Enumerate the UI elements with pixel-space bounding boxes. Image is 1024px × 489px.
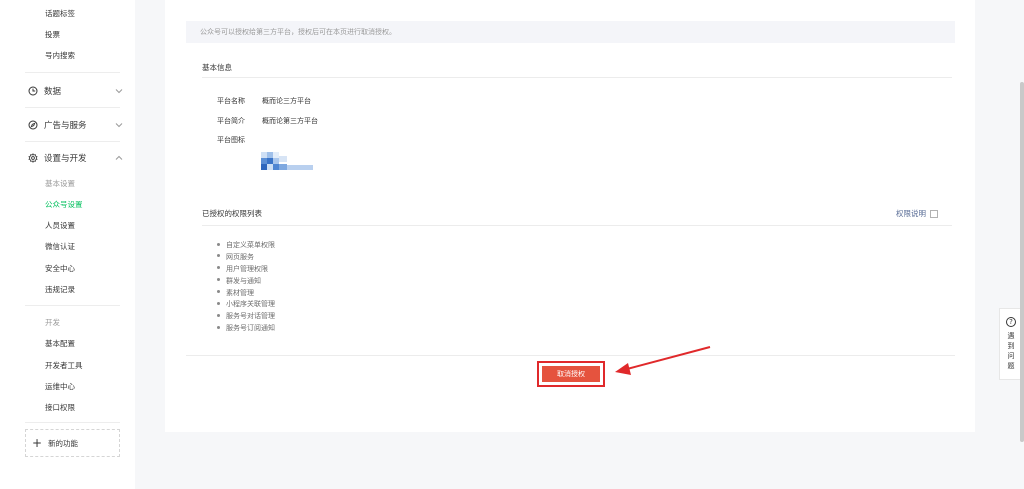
plus-icon: + bbox=[32, 436, 43, 450]
list-item: 网页服务 bbox=[217, 252, 275, 264]
sidebar: 话题标签 投票 号内搜索 数据 广告与服务 设置与开发 基本设置 公众号设置 人… bbox=[0, 0, 135, 489]
divider bbox=[202, 225, 952, 226]
divider bbox=[186, 355, 955, 356]
list-item: 群发与通知 bbox=[217, 276, 275, 288]
list-item: 自定义菜单权限 bbox=[217, 240, 275, 252]
chevron-down-icon bbox=[115, 123, 123, 128]
permissions-help-label: 权限说明 bbox=[896, 209, 926, 218]
divider bbox=[25, 141, 120, 142]
platform-icon-label: 平台图标 bbox=[217, 136, 245, 144]
sidebar-item-member-settings[interactable]: 人员设置 bbox=[45, 220, 75, 231]
platform-intro-label: 平台简介 bbox=[217, 117, 245, 125]
sidebar-group-data[interactable]: 数据 bbox=[28, 84, 123, 98]
sidebar-item-basic-config[interactable]: 基本配置 bbox=[45, 338, 75, 349]
sidebar-item-vote[interactable]: 投票 bbox=[45, 29, 60, 40]
sidebar-item-topic-tags[interactable]: 话题标签 bbox=[45, 8, 75, 19]
cancel-button-highlight: 取消授权 bbox=[537, 361, 605, 387]
sidebar-group-label: 设置与开发 bbox=[44, 154, 87, 164]
divider bbox=[25, 107, 120, 108]
sidebar-section-dev: 开发 bbox=[45, 318, 60, 327]
platform-name-value: 概而论三方平台 bbox=[262, 97, 311, 105]
list-item: 服务号订阅通知 bbox=[217, 323, 275, 335]
sidebar-item-wechat-verify[interactable]: 微信认证 bbox=[45, 241, 75, 252]
sidebar-item-api-permissions[interactable]: 接口权限 bbox=[45, 402, 75, 413]
chevron-down-icon bbox=[115, 89, 123, 94]
sidebar-item-ops-center[interactable]: 运维中心 bbox=[45, 381, 75, 392]
cancel-authorization-button[interactable]: 取消授权 bbox=[542, 366, 600, 382]
platform-name-label: 平台名称 bbox=[217, 97, 245, 105]
sidebar-item-dev-tools[interactable]: 开发者工具 bbox=[45, 360, 83, 371]
divider bbox=[25, 422, 120, 423]
scrollbar[interactable] bbox=[1020, 82, 1024, 442]
sidebar-item-search[interactable]: 号内搜索 bbox=[45, 50, 75, 61]
list-item: 用户管理权限 bbox=[217, 264, 275, 276]
help-float-label: 遇到问题 bbox=[1007, 332, 1015, 370]
document-icon bbox=[930, 209, 938, 218]
gear-icon bbox=[28, 153, 38, 163]
sidebar-group-settings[interactable]: 设置与开发 bbox=[28, 151, 123, 165]
new-feature-label: 新的功能 bbox=[48, 438, 79, 448]
list-item: 服务号对话管理 bbox=[217, 311, 275, 323]
compass-icon bbox=[28, 120, 38, 130]
sidebar-item-account-settings[interactable]: 公众号设置 bbox=[45, 199, 83, 210]
divider bbox=[202, 77, 952, 78]
basic-info-title: 基本信息 bbox=[202, 63, 232, 72]
sidebar-group-ads[interactable]: 广告与服务 bbox=[28, 118, 123, 132]
sidebar-item-violations[interactable]: 违规记录 bbox=[45, 284, 75, 295]
notice-text: 公众号可以授权给第三方平台，授权后可在本页进行取消授权。 bbox=[200, 28, 396, 36]
platform-icon-image bbox=[261, 152, 313, 170]
main-panel: 公众号可以授权给第三方平台，授权后可在本页进行取消授权。 基本信息 平台名称 概… bbox=[165, 0, 975, 432]
notice-bar: 公众号可以授权给第三方平台，授权后可在本页进行取消授权。 bbox=[186, 21, 955, 43]
sidebar-group-label: 数据 bbox=[44, 87, 62, 97]
divider bbox=[25, 305, 120, 306]
list-item: 素材管理 bbox=[217, 288, 275, 300]
chevron-up-icon bbox=[115, 155, 123, 160]
sidebar-section-basic-settings: 基本设置 bbox=[45, 179, 75, 188]
permissions-title: 已授权的权限列表 bbox=[202, 209, 262, 218]
divider bbox=[25, 72, 120, 73]
list-item: 小程序关联管理 bbox=[217, 299, 275, 311]
permissions-list: 自定义菜单权限 网页服务 用户管理权限 群发与通知 素材管理 小程序关联管理 服… bbox=[217, 240, 275, 335]
sidebar-group-label: 广告与服务 bbox=[44, 121, 87, 131]
question-icon: ? bbox=[1006, 317, 1016, 327]
platform-intro-value: 概而论第三方平台 bbox=[262, 117, 318, 125]
new-feature-button[interactable]: + 新的功能 bbox=[25, 429, 120, 457]
permissions-help-link[interactable]: 权限说明 bbox=[896, 208, 938, 219]
clock-icon bbox=[28, 86, 38, 96]
sidebar-item-security-center[interactable]: 安全中心 bbox=[45, 263, 75, 274]
